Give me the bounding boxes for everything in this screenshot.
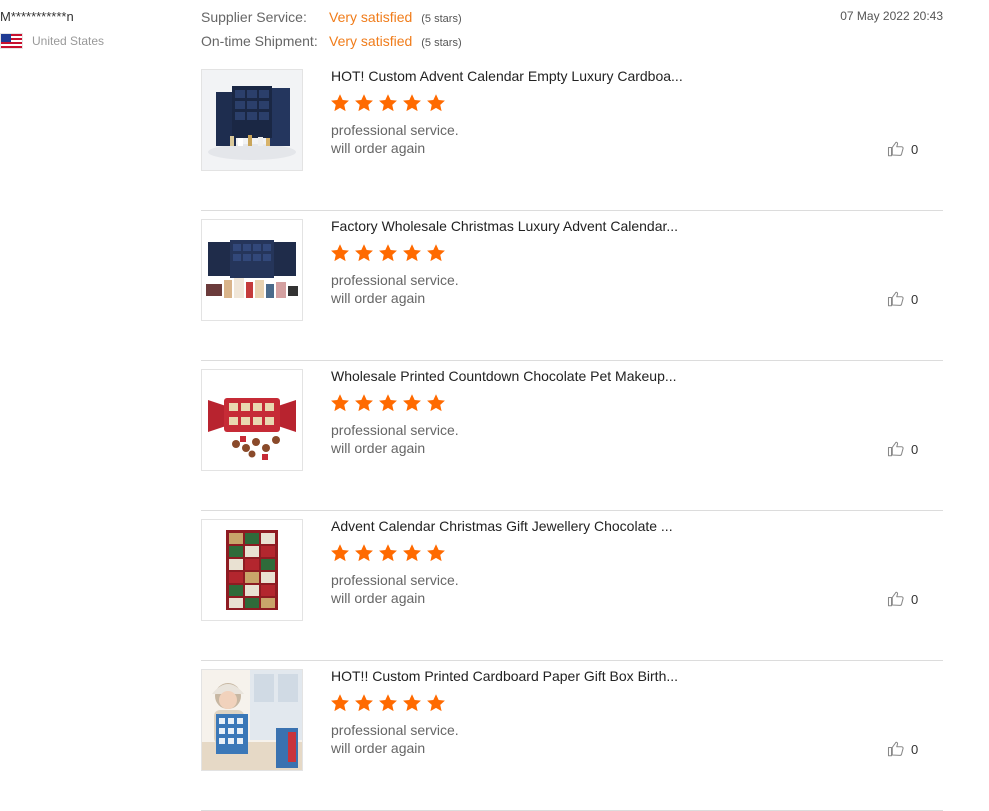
review-item: Factory Wholesale Christmas Luxury Adven… [201,211,943,361]
star-icon [331,694,349,712]
product-thumbnail[interactable] [201,369,303,471]
star-icon [403,244,421,262]
product-title-link[interactable]: Advent Calendar Christmas Gift Jewellery… [331,518,691,534]
star-icon [379,394,397,412]
product-title-link[interactable]: Factory Wholesale Christmas Luxury Adven… [331,218,691,234]
thumbs-up-icon [887,141,904,157]
review-line: will order again [331,740,426,756]
review-date: 07 May 2022 20:43 [840,9,943,23]
star-icon [403,94,421,112]
review-line: will order again [331,440,426,456]
review-line: professional service. [331,722,459,738]
drawer-advent-calendar-image [202,520,302,620]
product-title-link[interactable]: Wholesale Printed Countdown Chocolate Pe… [331,368,691,384]
product-thumbnail[interactable] [201,669,303,771]
helpful-button[interactable]: 0 [887,440,918,458]
review-text: professional service. will order again [331,121,459,157]
star-icon [379,94,397,112]
star-icon [427,694,445,712]
rating-label: On-time Shipment: [201,33,318,49]
rating-stars-text: (5 stars) [421,37,462,49]
rating-stars-text: (5 stars) [421,13,462,25]
helpful-count: 0 [911,741,919,757]
review-text: professional service. will order again [331,721,459,757]
review-line: professional service. [331,272,459,288]
star-icon [403,544,421,562]
star-icon [427,244,445,262]
star-icon [403,394,421,412]
review-line: will order again [331,290,426,306]
helpful-count: 0 [911,441,919,457]
supplier-ratings: Supplier Service: Very satisfied (5 star… [201,9,462,57]
product-thumbnail[interactable] [201,519,303,621]
review-item: HOT!! Custom Printed Cardboard Paper Gif… [201,661,943,811]
star-icon [355,94,373,112]
review-text: professional service. will order again [331,571,459,607]
helpful-count: 0 [911,291,919,307]
review-text: professional service. will order again [331,421,459,457]
cosmetics-advent-calendar-image [202,220,302,320]
country-name: United States [32,34,105,48]
star-icon [355,394,373,412]
helpful-count: 0 [911,141,919,157]
review-item: Wholesale Printed Countdown Chocolate Pe… [201,361,943,511]
star-rating [330,93,450,113]
star-icon [379,544,397,562]
thumbs-up-icon [887,291,904,307]
helpful-button[interactable]: 0 [887,590,918,608]
rating-supplier-service: Supplier Service: Very satisfied (5 star… [201,9,462,33]
review-text: professional service. will order again [331,271,459,307]
rating-on-time-shipment: On-time Shipment: Very satisfied (5 star… [201,33,462,57]
star-icon [427,94,445,112]
star-icon [403,694,421,712]
rating-label: Supplier Service: [201,9,307,25]
helpful-button[interactable]: 0 [887,290,918,308]
helpful-count: 0 [911,591,919,607]
thumbs-up-icon [887,741,904,757]
review-list: HOT! Custom Advent Calendar Empty Luxury… [201,61,943,811]
red-cracker-advent-box-image [202,370,302,470]
star-rating [330,243,450,263]
navy-advent-calendar-box-image [202,70,302,170]
helpful-button[interactable]: 0 [887,140,918,158]
product-title-link[interactable]: HOT!! Custom Printed Cardboard Paper Gif… [331,668,691,684]
product-thumbnail[interactable] [201,69,303,171]
rating-value: Very satisfied [329,33,413,49]
star-icon [331,244,349,262]
thumbs-up-icon [887,591,904,607]
star-icon [427,394,445,412]
product-title-link[interactable]: HOT! Custom Advent Calendar Empty Luxury… [331,68,691,84]
helpful-button[interactable]: 0 [887,740,918,758]
star-rating [330,393,450,413]
review-line: will order again [331,140,426,156]
review-line: professional service. [331,422,459,438]
product-thumbnail[interactable] [201,219,303,321]
star-rating [330,543,450,563]
review-line: will order again [331,590,426,606]
child-with-advent-calendar-image [202,670,302,770]
star-rating [330,693,450,713]
reviewer-info: M***********n United States [0,9,190,49]
rating-value: Very satisfied [329,9,413,25]
reviewer-country: United States [0,33,190,49]
star-icon [379,244,397,262]
reviewer-name: M***********n [0,9,74,24]
star-icon [427,544,445,562]
review-item: Advent Calendar Christmas Gift Jewellery… [201,511,943,661]
star-icon [331,94,349,112]
thumbs-up-icon [887,441,904,457]
star-icon [355,244,373,262]
review-item: HOT! Custom Advent Calendar Empty Luxury… [201,61,943,211]
star-icon [379,694,397,712]
us-flag-icon [0,33,23,49]
star-icon [355,544,373,562]
star-icon [355,694,373,712]
star-icon [331,544,349,562]
star-icon [331,394,349,412]
review-line: professional service. [331,122,459,138]
review-line: professional service. [331,572,459,588]
